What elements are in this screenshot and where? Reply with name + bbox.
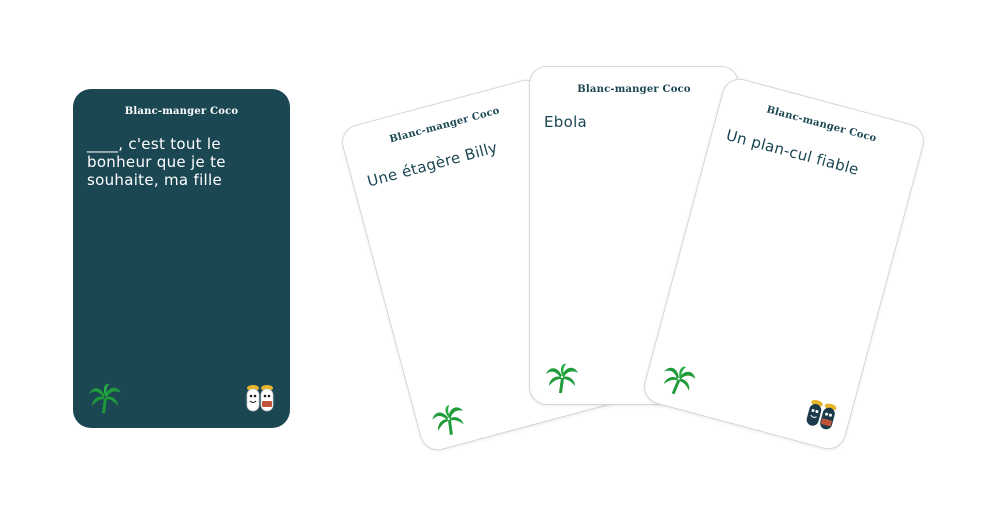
palm-tree-icon [432, 405, 464, 436]
black-card[interactable]: Blanc-manger Coco ____, c'est tout le bo… [73, 89, 290, 428]
palm-tree-icon [546, 363, 578, 393]
white-card-text: Ebola [544, 113, 588, 131]
card-brand: Blanc-manger Coco [577, 84, 691, 95]
palm-tree-icon [663, 366, 696, 395]
palm-tree-icon [89, 383, 121, 413]
card-brand: Blanc-manger Coco [124, 106, 239, 117]
coco-mascots-icon [246, 385, 274, 412]
coco-mascots-icon [806, 400, 837, 430]
black-card-text: ____, c'est tout le bonheur que je te so… [87, 135, 226, 189]
